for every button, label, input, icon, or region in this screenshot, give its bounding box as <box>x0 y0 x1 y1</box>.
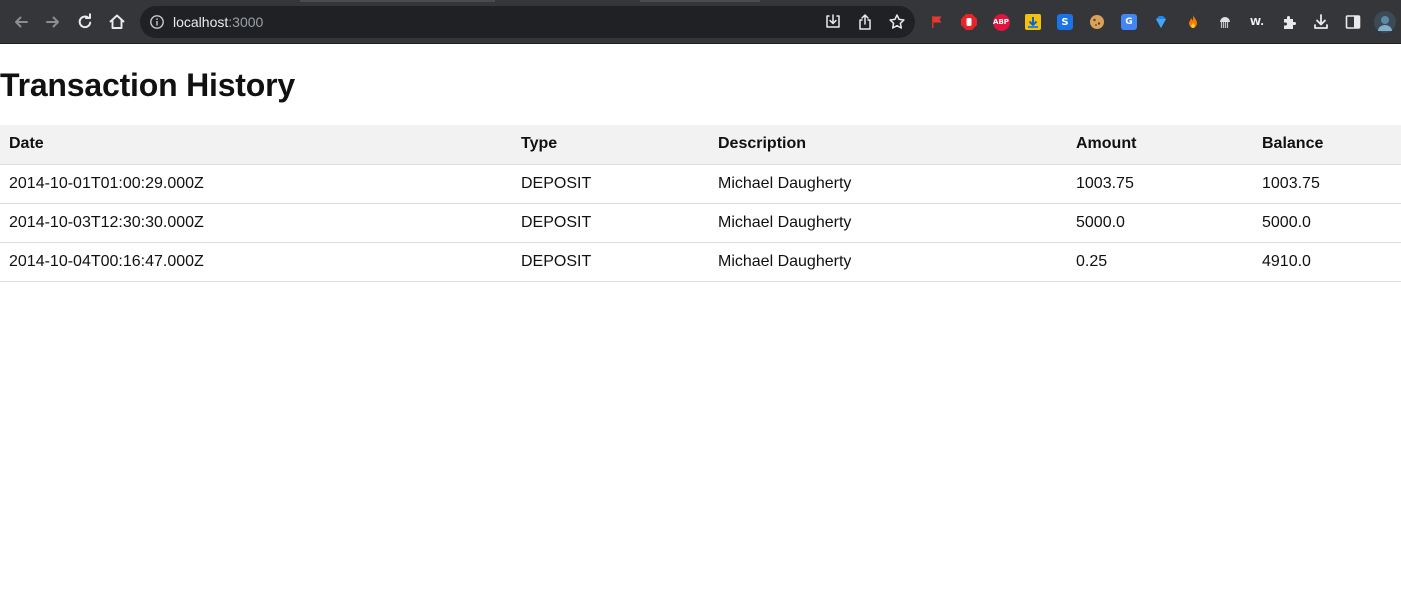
back-button[interactable] <box>7 8 35 36</box>
cookie-icon <box>1090 15 1104 29</box>
cell-balance: 4910.0 <box>1253 242 1401 282</box>
reload-button[interactable] <box>71 8 99 36</box>
profile-avatar <box>1374 11 1396 33</box>
cell-description: Michael Daugherty <box>709 242 1067 282</box>
cell-date: 2014-10-03T12:30:30.000Z <box>0 203 512 243</box>
cell-type: DEPOSIT <box>512 242 709 282</box>
column-header-type[interactable]: Type <box>512 125 709 165</box>
install-app-button[interactable] <box>823 12 843 32</box>
cell-date: 2014-10-01T01:00:29.000Z <box>0 164 512 204</box>
fire-extension-icon[interactable] <box>1183 12 1203 32</box>
table-row: 2014-10-04T00:16:47.000Z DEPOSIT Michael… <box>0 242 1401 282</box>
jellyfish-extension-icon[interactable] <box>1215 12 1235 32</box>
hand-block-extension-icon[interactable] <box>959 12 979 32</box>
jellyfish-icon <box>1220 17 1230 28</box>
flag-icon <box>932 16 942 28</box>
extensions-button[interactable] <box>1279 12 1299 32</box>
forward-button[interactable] <box>39 8 67 36</box>
reload-icon <box>78 13 92 29</box>
cell-amount: 5000.0 <box>1067 203 1253 243</box>
table-row: 2014-10-03T12:30:30.000Z DEPOSIT Michael… <box>0 203 1401 243</box>
google-translate-extension-icon[interactable]: G <box>1119 12 1139 32</box>
transaction-table: Date Type Description Amount Balance 201… <box>0 125 1401 282</box>
share-icon <box>859 14 871 30</box>
abp-extension-icon[interactable]: ABP <box>991 12 1011 32</box>
flag-extension-icon[interactable] <box>927 12 947 32</box>
url-text[interactable]: localhost:3000 <box>173 13 263 31</box>
star-icon <box>889 14 905 29</box>
column-header-amount[interactable]: Amount <box>1067 125 1253 165</box>
arrow-right-icon <box>46 16 59 28</box>
side-panel-button[interactable] <box>1343 12 1363 32</box>
cell-type: DEPOSIT <box>512 203 709 243</box>
cell-description: Michael Daugherty <box>709 203 1067 243</box>
fire-icon <box>1189 15 1197 28</box>
w-extension-icon[interactable]: W. <box>1247 12 1267 32</box>
puzzle-extensions-icon <box>1283 15 1296 29</box>
home-icon <box>109 14 125 29</box>
cell-date: 2014-10-04T00:16:47.000Z <box>0 242 512 282</box>
column-header-description[interactable]: Description <box>709 125 1067 165</box>
column-header-date[interactable]: Date <box>0 125 512 165</box>
download-arrow-icon <box>1025 14 1041 30</box>
cell-amount: 0.25 <box>1067 242 1253 282</box>
install-app-icon <box>826 14 840 28</box>
cell-type: DEPOSIT <box>512 164 709 204</box>
bookmark-button[interactable] <box>887 12 907 32</box>
info-icon[interactable] <box>149 14 165 30</box>
cookie-extension-icon[interactable] <box>1087 12 1107 32</box>
arrow-left-icon <box>15 16 28 28</box>
table-row: 2014-10-01T01:00:29.000Z DEPOSIT Michael… <box>0 164 1401 204</box>
share-button[interactable] <box>855 12 875 32</box>
address-bar[interactable]: localhost:3000 <box>140 6 915 38</box>
s-badge: S <box>1057 14 1073 30</box>
gem-icon <box>1156 16 1166 28</box>
tabstrip-edge <box>300 0 495 2</box>
cell-amount: 1003.75 <box>1067 164 1253 204</box>
url-port: :3000 <box>228 14 264 30</box>
s-extension-icon[interactable]: S <box>1055 12 1075 32</box>
downloads-button[interactable] <box>1311 12 1331 32</box>
url-host: localhost <box>173 14 229 30</box>
downloads-icon <box>1314 14 1328 29</box>
translate-badge: G <box>1121 14 1137 30</box>
cell-balance: 1003.75 <box>1253 164 1401 204</box>
cell-balance: 5000.0 <box>1253 203 1401 243</box>
tabstrip-edge <box>640 0 760 2</box>
cell-description: Michael Daugherty <box>709 164 1067 204</box>
table-header-row: Date Type Description Amount Balance <box>0 125 1401 165</box>
page-title: Transaction History <box>0 67 295 103</box>
abp-badge: ABP <box>992 13 1010 31</box>
download-arrow-extension-icon[interactable] <box>1023 12 1043 32</box>
home-button[interactable] <box>103 8 131 36</box>
gem-extension-icon[interactable] <box>1151 12 1171 32</box>
browser-toolbar: localhost:3000 ABP S G W. <box>0 0 1401 44</box>
profile-button[interactable] <box>1374 11 1396 33</box>
column-header-balance[interactable]: Balance <box>1253 125 1401 165</box>
stop-hand-icon <box>961 14 977 30</box>
w-badge: W. <box>1249 14 1265 30</box>
side-panel-icon <box>1345 15 1361 29</box>
